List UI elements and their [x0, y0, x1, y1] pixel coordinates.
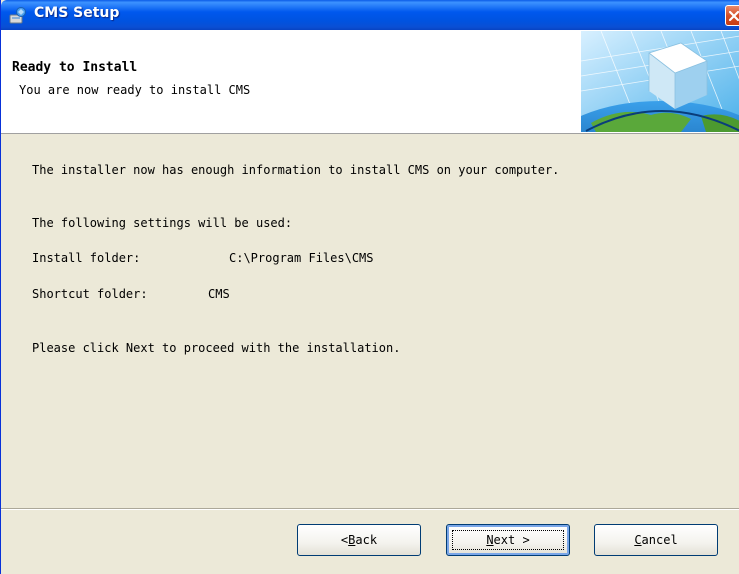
back-button[interactable]: < Back	[297, 524, 421, 556]
intro-text: The installer now has enough information…	[32, 163, 560, 177]
cancel-button[interactable]: Cancel	[594, 524, 718, 556]
title-bar[interactable]: CMS Setup	[1, 0, 739, 30]
page-title: Ready to Install	[12, 60, 138, 75]
install-folder-label: Install folder:	[32, 251, 141, 265]
close-icon	[728, 10, 739, 22]
globe-cube-banner-icon	[581, 31, 739, 132]
instruction-text: Please click Next to proceed with the in…	[32, 341, 401, 355]
settings-heading: The following settings will be used:	[32, 216, 293, 230]
back-button-prefix: <	[340, 533, 349, 547]
page-subtitle: You are now ready to install CMS	[19, 83, 251, 97]
next-button[interactable]: Next >	[446, 524, 570, 556]
install-folder-value: C:\Program Files\CMS	[229, 251, 374, 265]
setup-window: CMS Setup Ready to Install You are now r…	[0, 0, 739, 574]
shortcut-folder-label: Shortcut folder:	[32, 287, 148, 301]
back-button-accel: B	[348, 533, 356, 547]
shortcut-folder-value: CMS	[208, 287, 230, 301]
focus-ring	[452, 530, 564, 550]
footer-divider	[1, 508, 739, 509]
header-banner: Ready to Install You are now ready to in…	[1, 30, 739, 134]
cancel-button-accel: C	[634, 533, 642, 547]
setup-installer-icon	[9, 6, 27, 24]
back-button-label: ack	[355, 533, 378, 547]
close-button[interactable]	[725, 5, 739, 26]
window-title: CMS Setup	[34, 5, 120, 21]
cancel-button-label: ancel	[641, 533, 678, 547]
